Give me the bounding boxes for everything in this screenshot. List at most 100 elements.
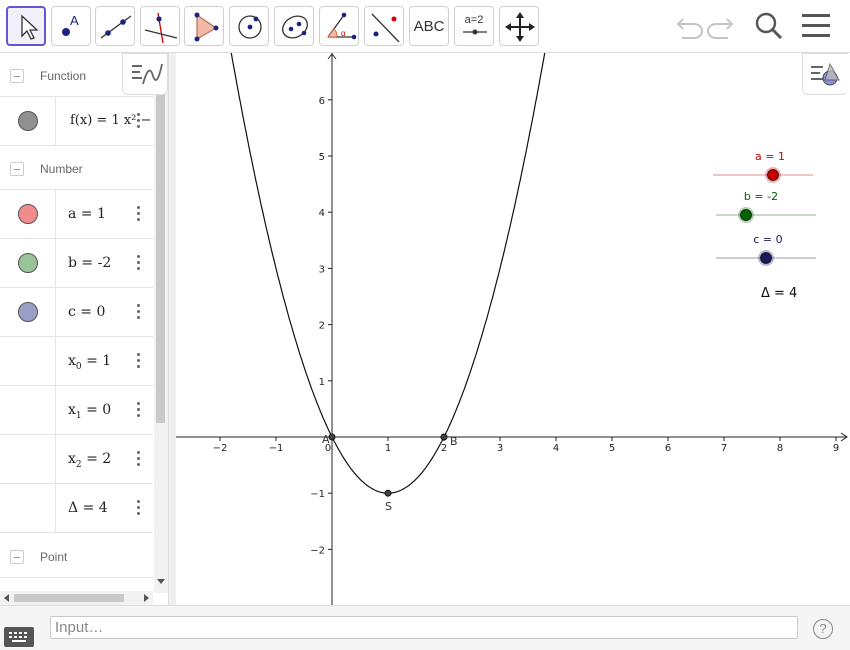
- algebra-row-x1[interactable]: x1 = 0: [0, 386, 153, 435]
- x-tick-label: 6: [665, 443, 671, 454]
- scroll-left-icon[interactable]: [1, 591, 13, 605]
- text-tool[interactable]: ABC: [409, 6, 449, 46]
- algebra-stylebar-icon: [132, 63, 163, 85]
- x-tick-label: 7: [721, 443, 727, 454]
- reflect-tool[interactable]: [364, 6, 404, 46]
- x-tick-label: 3: [497, 443, 503, 454]
- slider-a-color-dot[interactable]: [18, 204, 38, 224]
- cursor-arrow-icon: [21, 14, 39, 40]
- svg-text:A: A: [70, 13, 79, 28]
- point-a-icon: A: [62, 13, 79, 36]
- scrollbar-thumb[interactable]: [14, 594, 124, 602]
- help-button[interactable]: ?: [813, 619, 833, 639]
- slider-label: b = -2: [744, 190, 778, 203]
- y-tick-label: −2: [310, 545, 325, 556]
- y-tick-label: 3: [319, 264, 325, 275]
- slider-label: a = 1: [755, 150, 785, 163]
- undo-button[interactable]: [670, 10, 704, 44]
- visibility-marker[interactable]: [0, 97, 56, 145]
- visibility-marker[interactable]: [0, 288, 56, 336]
- slider-label: c = 0: [753, 233, 782, 246]
- point-tool[interactable]: A: [51, 6, 91, 46]
- row-marker: [0, 337, 56, 385]
- group-label-number: Number: [40, 162, 83, 176]
- circle-center-point-tool[interactable]: [229, 6, 269, 46]
- triangle-icon: [194, 12, 219, 42]
- move-tool[interactable]: [6, 6, 46, 46]
- ellipse-tool[interactable]: [274, 6, 314, 46]
- circle-icon: [238, 15, 262, 39]
- redo-icon: [707, 18, 734, 39]
- main-menu-button[interactable]: [800, 10, 834, 44]
- group-label-function: Function: [40, 69, 87, 83]
- visibility-marker[interactable]: [0, 190, 56, 238]
- more-options-icon[interactable]: [136, 255, 141, 271]
- visibility-marker[interactable]: [0, 239, 56, 287]
- algebra-view: Function f(x) = 1 x² − Number a = 1 b = …: [0, 53, 168, 605]
- more-options-icon[interactable]: [136, 451, 141, 467]
- algebra-row-function[interactable]: f(x) = 1 x² −: [0, 97, 153, 146]
- menu-icon: [802, 14, 830, 37]
- svg-text:α: α: [341, 29, 346, 38]
- algebra-row-c[interactable]: c = 0: [0, 288, 153, 337]
- perpendicular-line-tool[interactable]: [140, 6, 180, 46]
- algebra-row-x0[interactable]: x0 = 1: [0, 337, 153, 386]
- group-header-point[interactable]: Point: [0, 534, 153, 578]
- search-button[interactable]: [752, 10, 786, 44]
- algebra-input-field[interactable]: Input…: [50, 616, 798, 639]
- y-tick-label: 1: [319, 377, 325, 388]
- x-tick-label: 2: [441, 443, 447, 454]
- y-tick-label: −1: [310, 489, 325, 500]
- more-options-icon[interactable]: [136, 304, 141, 320]
- algebra-stylebar-toggle[interactable]: [122, 53, 168, 95]
- collapse-icon[interactable]: [10, 550, 24, 564]
- graph-canvas[interactable]: −2 −1 0 1 2 3 4 5 6 7 8 9654321−1−2A BSa = 1b = -2c …: [176, 53, 850, 605]
- scrollbar-thumb[interactable]: [156, 93, 165, 423]
- horizontal-scrollbar[interactable]: [0, 591, 153, 605]
- view-divider[interactable]: [168, 53, 176, 605]
- polygon-tool[interactable]: [184, 6, 224, 46]
- x-tick-label: 4: [553, 443, 559, 454]
- slider-tool[interactable]: a=2: [454, 6, 494, 46]
- angle-tool[interactable]: α: [319, 6, 359, 46]
- algebra-row-a[interactable]: a = 1: [0, 190, 153, 239]
- y-tick-label: 5: [319, 152, 325, 163]
- line-tool[interactable]: [95, 6, 135, 46]
- y-tick-label: 2: [319, 321, 325, 332]
- point-S: [384, 489, 392, 497]
- point-label-S: S: [385, 500, 392, 513]
- more-options-icon[interactable]: [136, 206, 141, 222]
- vertical-scrollbar[interactable]: [154, 53, 168, 593]
- graphics-stylebar-toggle[interactable]: [802, 53, 848, 95]
- redo-button[interactable]: [706, 10, 740, 44]
- keyboard-button[interactable]: [4, 627, 34, 647]
- row-marker: [0, 435, 56, 483]
- algebra-row-b[interactable]: b = -2: [0, 239, 153, 288]
- scroll-down-icon[interactable]: [154, 575, 168, 589]
- undo-icon: [676, 18, 703, 39]
- more-options-icon[interactable]: [136, 353, 141, 369]
- line-icon: [100, 15, 132, 39]
- point-label-B: B: [450, 435, 458, 448]
- point-label-A: A: [322, 433, 330, 446]
- scroll-right-icon[interactable]: [140, 591, 152, 605]
- x-tick-label: −1: [269, 443, 284, 454]
- x-tick-label: 8: [777, 443, 783, 454]
- slider-b-color-dot[interactable]: [18, 253, 38, 273]
- function-color-dot[interactable]: [18, 111, 38, 131]
- more-options-icon[interactable]: [136, 402, 141, 418]
- perpendicular-icon: [144, 12, 178, 44]
- point-A: [328, 433, 336, 441]
- group-header-number[interactable]: Number: [0, 146, 153, 190]
- collapse-icon[interactable]: [10, 162, 24, 176]
- graphics-stylebar-icon: [811, 62, 840, 86]
- slider-icon: [463, 29, 487, 35]
- more-options-icon[interactable]: [136, 113, 141, 129]
- algebra-row-delta[interactable]: Δ = 4: [0, 484, 153, 533]
- more-options-icon[interactable]: [136, 500, 141, 516]
- algebra-row-x2[interactable]: x2 = 2: [0, 435, 153, 484]
- graphics-view[interactable]: −2 −1 0 1 2 3 4 5 6 7 8 9 6 5 4 3 2 1 −1 −2 A B Sa = 1b = -2 c …: [176, 53, 850, 605]
- collapse-icon[interactable]: [10, 69, 24, 83]
- slider-c-color-dot[interactable]: [18, 302, 38, 322]
- move-graphics-view-tool[interactable]: [499, 6, 539, 46]
